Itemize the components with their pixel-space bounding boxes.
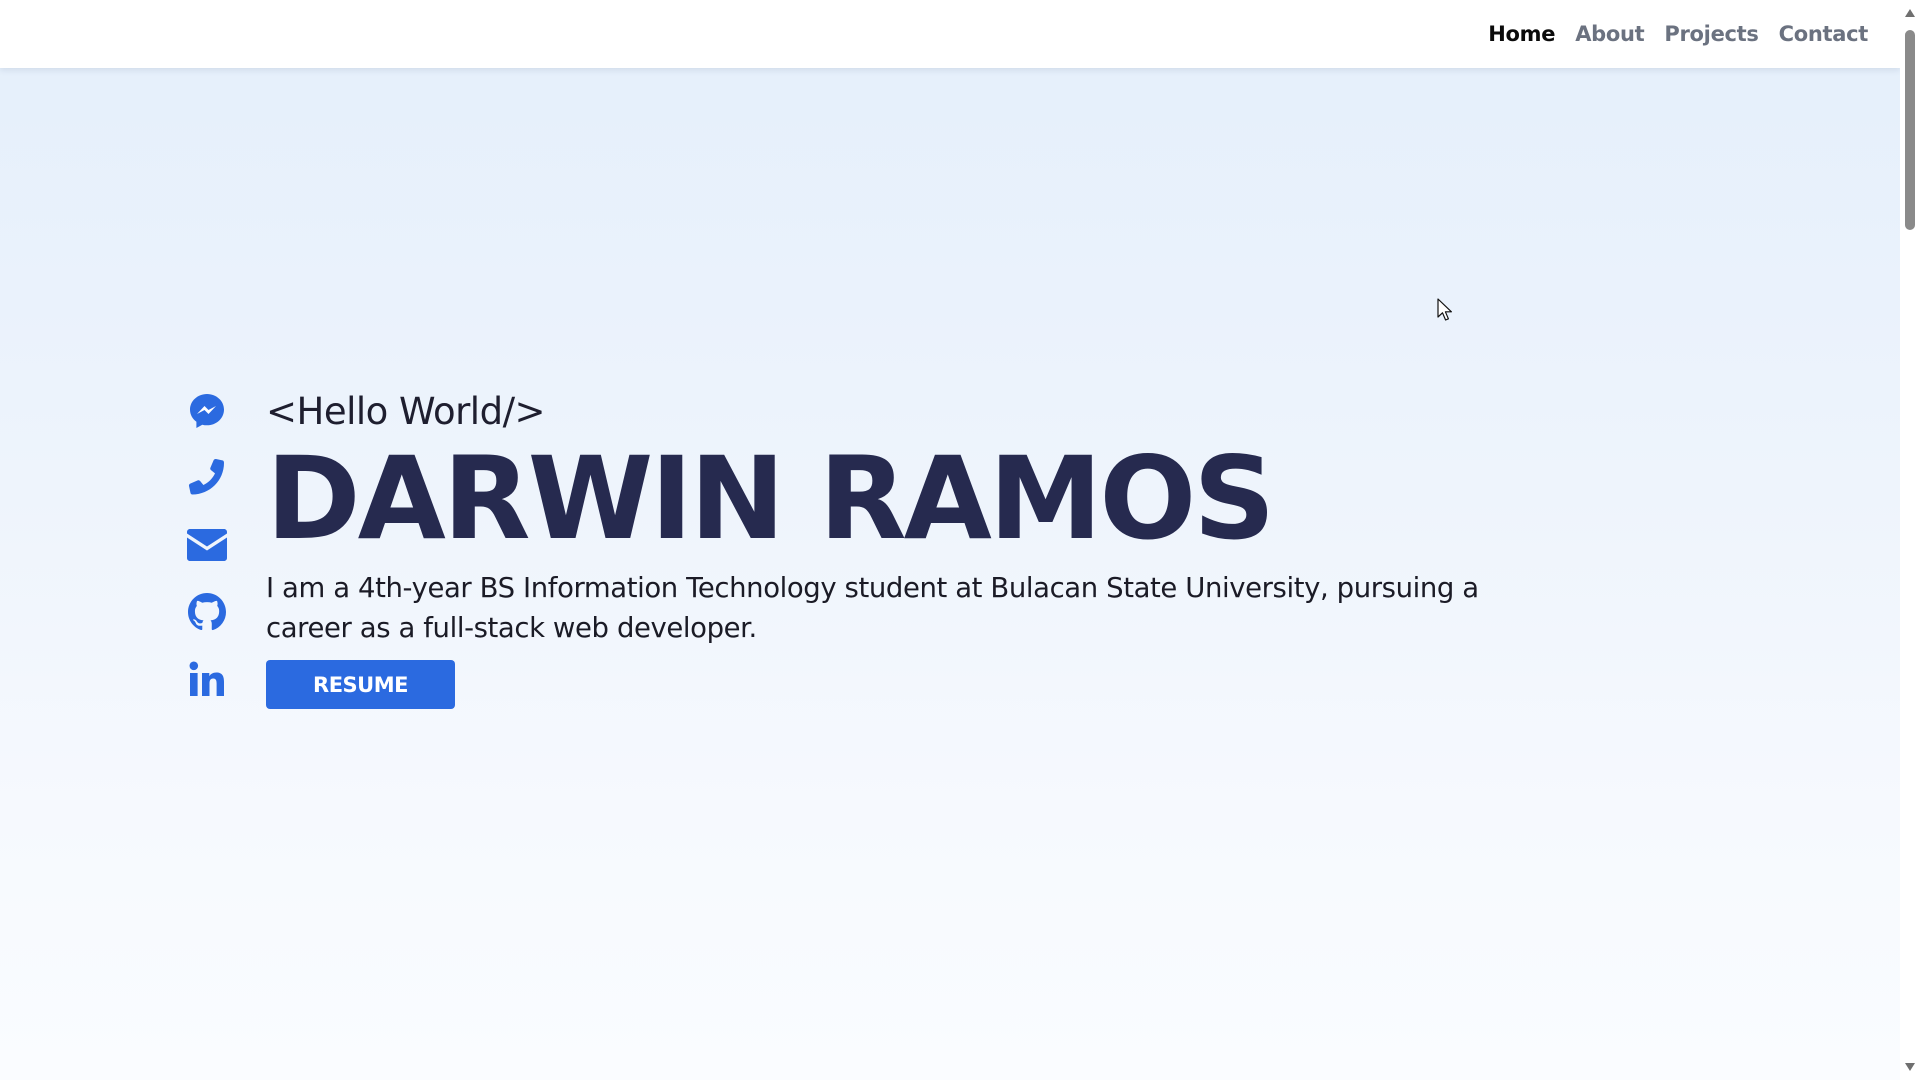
nav-home-link[interactable]: Home (1488, 22, 1555, 46)
hero-section: <Hello World/> DARWIN RAMOS I am a 4th-y… (266, 386, 1566, 709)
social-links (186, 390, 228, 725)
nav-projects-link[interactable]: Projects (1664, 22, 1759, 46)
hero-name: DARWIN RAMOS (266, 432, 1275, 565)
nav-about-link[interactable]: About (1575, 22, 1645, 46)
nav-contact-link[interactable]: Contact (1779, 22, 1869, 46)
messenger-icon[interactable] (186, 390, 228, 432)
scroll-up-arrow-icon[interactable] (1905, 9, 1915, 17)
page-scrollbar[interactable] (1900, 0, 1920, 1080)
email-icon[interactable] (186, 524, 228, 566)
phone-icon[interactable] (186, 457, 228, 499)
nav-links: Home About Projects Contact (1488, 0, 1868, 68)
mouse-cursor-icon (1437, 298, 1452, 321)
linkedin-icon[interactable] (186, 658, 228, 700)
scroll-down-arrow-icon[interactable] (1905, 1063, 1915, 1071)
top-navbar: Home About Projects Contact (0, 0, 1900, 68)
scroll-thumb[interactable] (1905, 30, 1915, 230)
hero-description: I am a 4th-year BS Information Technolog… (266, 572, 1479, 644)
github-icon[interactable] (186, 591, 228, 633)
resume-button[interactable]: RESUME (266, 660, 455, 709)
hero-greeting: <Hello World/> (266, 390, 546, 433)
